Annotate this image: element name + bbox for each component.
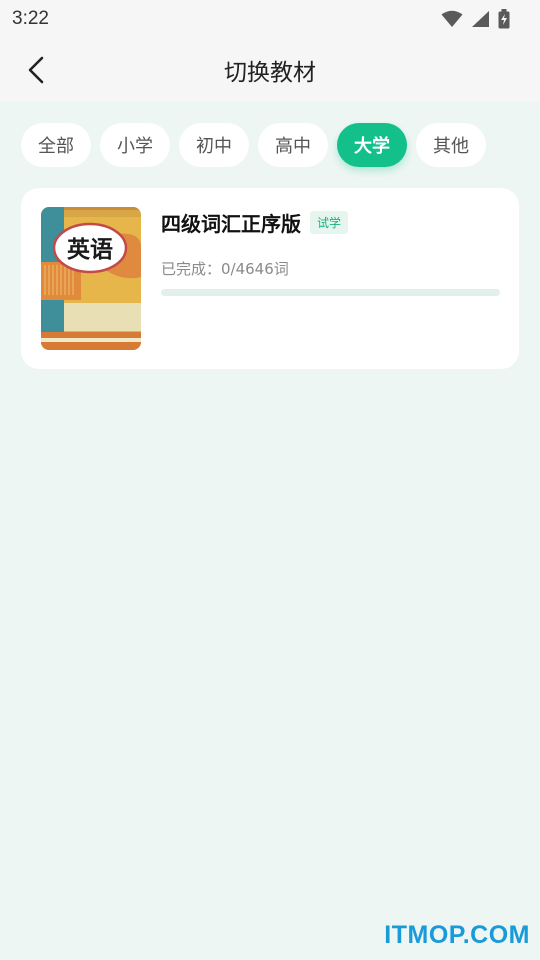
tab-primary-school[interactable]: 小学: [100, 123, 170, 167]
progress-bar: [161, 289, 500, 296]
progress-label: 已完成：0/4646词: [161, 260, 289, 278]
tab-senior-high[interactable]: 高中: [258, 123, 328, 167]
tab-university[interactable]: 大学: [337, 123, 407, 167]
back-button[interactable]: [16, 50, 56, 90]
app-bar: 切换教材: [0, 38, 540, 102]
trial-badge: 试学: [310, 210, 349, 234]
watermark-logo: ITMOP.COM: [384, 921, 530, 949]
status-bar: 3:22: [0, 0, 540, 38]
book-cover-art: 英语: [41, 207, 141, 350]
status-time: 3:22: [12, 8, 49, 29]
signal-icon: [472, 11, 489, 27]
book-cover-title: 英语: [67, 236, 113, 263]
book-card[interactable]: 英语 四级词汇正序版 试学 已完成：0/4646词: [21, 188, 519, 369]
tab-all[interactable]: 全部: [21, 123, 91, 167]
book-title-row: 四级词汇正序版 试学: [161, 208, 501, 236]
tab-other[interactable]: 其他: [416, 123, 486, 167]
book-info: 四级词汇正序版 试学 已完成：0/4646词: [161, 208, 501, 296]
status-icons: [441, 9, 510, 29]
wifi-icon: [441, 10, 463, 27]
page-title: 切换教材: [224, 60, 316, 86]
chevron-left-icon: [28, 56, 44, 84]
tab-junior-high[interactable]: 初中: [179, 123, 249, 167]
book-cover: 英语: [41, 207, 141, 350]
battery-icon: [498, 9, 510, 29]
book-title: 四级词汇正序版: [161, 211, 301, 236]
category-tabs: 全部 小学 初中 高中 大学 其他: [21, 123, 519, 167]
